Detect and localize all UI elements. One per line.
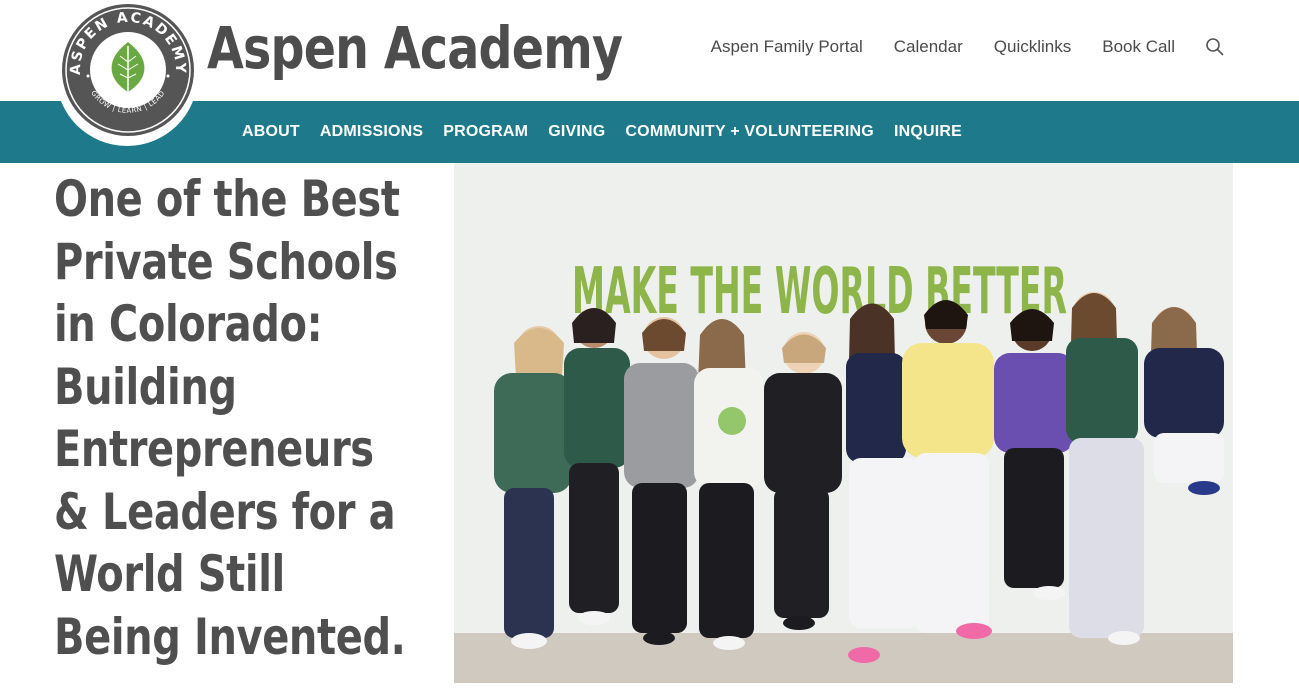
- headline-line: Building: [54, 357, 237, 416]
- nav-about[interactable]: ABOUT: [242, 123, 300, 140]
- headline-line: Being Invented.: [54, 607, 406, 666]
- utility-link-book-call[interactable]: Book Call: [1102, 37, 1175, 57]
- site-title[interactable]: Aspen Academy: [207, 14, 623, 82]
- headline-line: One of the Best: [54, 170, 400, 228]
- nav-inquire[interactable]: INQUIRE: [894, 123, 962, 140]
- nav-community-volunteering[interactable]: COMMUNITY + VOLUNTEERING: [625, 123, 874, 140]
- nav-program[interactable]: PROGRAM: [443, 123, 528, 140]
- headline-line: in Colorado:: [54, 295, 323, 353]
- headline-line: Entrepreneurs: [54, 420, 374, 478]
- utility-link-calendar[interactable]: Calendar: [894, 37, 963, 57]
- nav-giving[interactable]: GIVING: [548, 123, 605, 140]
- nav-admissions[interactable]: ADMISSIONS: [320, 123, 423, 140]
- search-icon[interactable]: [1205, 37, 1225, 57]
- utility-link-family-portal[interactable]: Aspen Family Portal: [711, 37, 863, 57]
- headline-line: World Still: [54, 545, 285, 603]
- utility-nav: Aspen Family Portal Calendar Quicklinks …: [680, 37, 1225, 57]
- wall-text: MAKE THE WORLD BETTER: [572, 255, 1067, 329]
- headline-line: & Leaders for a: [54, 482, 396, 541]
- headline-line: Private Schools: [54, 232, 398, 291]
- hero-headline: One of the Best Private Schools in Color…: [54, 168, 406, 668]
- logo-badge[interactable]: ASPEN ACADEMY GROW | LEARN | LEAD: [56, 0, 198, 146]
- utility-link-quicklinks[interactable]: Quicklinks: [994, 37, 1071, 57]
- aspen-academy-logo: ASPEN ACADEMY GROW | LEARN | LEAD: [62, 4, 194, 136]
- hero-photo: MAKE THE WORLD BETTER: [454, 163, 1233, 683]
